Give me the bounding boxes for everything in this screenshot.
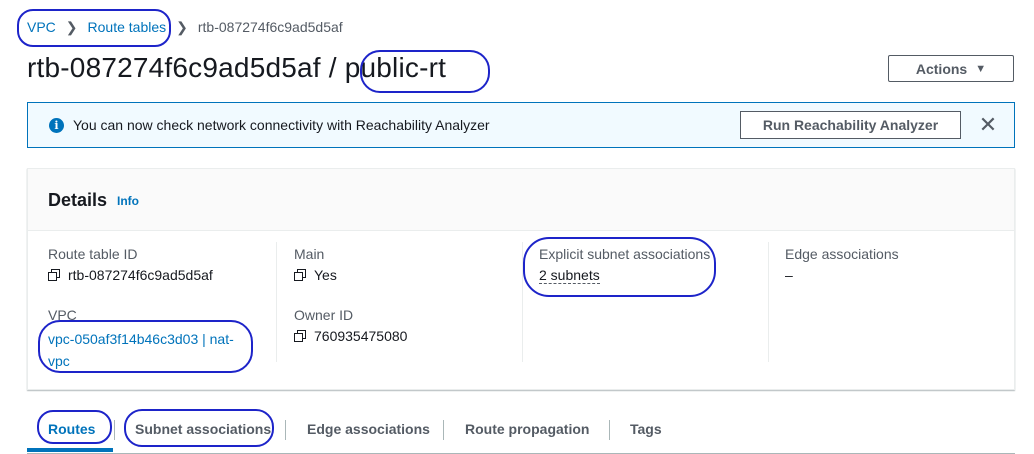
breadcrumb-current: rtb-087274f6c9ad5d5af bbox=[197, 19, 343, 35]
actions-button[interactable]: Actions ▼ bbox=[888, 55, 1014, 82]
annotation-circle-routes-tab bbox=[37, 410, 112, 444]
details-info-link[interactable]: Info bbox=[117, 194, 139, 208]
route-table-id-value: rtb-087274f6c9ad5d5af bbox=[48, 267, 234, 283]
edge-associations-label: Edge associations bbox=[785, 246, 899, 262]
annotation-circle-breadcrumb bbox=[17, 9, 171, 47]
tab-separator bbox=[443, 420, 444, 440]
annotation-circle-subnet-tab bbox=[124, 409, 274, 447]
owner-id-value: 760935475080 bbox=[294, 328, 407, 344]
chevron-right-icon: ❯ bbox=[176, 18, 188, 35]
route-table-id-text: rtb-087274f6c9ad5d5af bbox=[68, 267, 213, 283]
details-header: Details Info bbox=[28, 169, 1014, 231]
copy-icon[interactable] bbox=[294, 268, 307, 282]
active-tab-indicator bbox=[27, 448, 113, 452]
tab-tags[interactable]: Tags bbox=[630, 421, 662, 437]
details-col-2: Main Yes Owner ID 760935475080 bbox=[294, 246, 407, 344]
owner-id-text: 760935475080 bbox=[314, 328, 408, 344]
main-text: Yes bbox=[314, 267, 337, 283]
copy-icon[interactable] bbox=[48, 268, 61, 282]
banner-text: You can now check network connectivity w… bbox=[73, 117, 490, 133]
tab-edge-associations[interactable]: Edge associations bbox=[307, 421, 430, 437]
copy-icon[interactable] bbox=[294, 329, 307, 343]
close-icon[interactable]: ✕ bbox=[976, 113, 1000, 137]
route-table-id-label: Route table ID bbox=[48, 246, 138, 262]
edge-associations-value: – bbox=[785, 267, 793, 283]
tab-separator bbox=[114, 420, 115, 440]
annotation-circle-vpc bbox=[38, 320, 253, 373]
tab-route-propagation[interactable]: Route propagation bbox=[465, 421, 589, 437]
column-divider bbox=[768, 242, 769, 362]
tab-separator bbox=[609, 420, 610, 440]
actions-label: Actions bbox=[915, 60, 968, 77]
info-icon: i bbox=[49, 118, 64, 133]
annotation-circle-subnets bbox=[523, 237, 716, 297]
reachability-banner: i You can now check network connectivity… bbox=[27, 102, 1015, 148]
details-title: Details bbox=[48, 190, 108, 210]
main-value: Yes bbox=[294, 267, 407, 283]
run-reachability-analyzer-button[interactable]: Run Reachability Analyzer bbox=[740, 111, 961, 139]
annotation-circle-title bbox=[360, 50, 490, 93]
owner-id-label: Owner ID bbox=[294, 307, 354, 323]
caret-down-icon: ▼ bbox=[975, 62, 987, 75]
details-col-4: Edge associations – bbox=[785, 246, 899, 283]
column-divider bbox=[276, 242, 277, 362]
main-label: Main bbox=[294, 246, 325, 262]
tab-separator bbox=[285, 420, 286, 440]
